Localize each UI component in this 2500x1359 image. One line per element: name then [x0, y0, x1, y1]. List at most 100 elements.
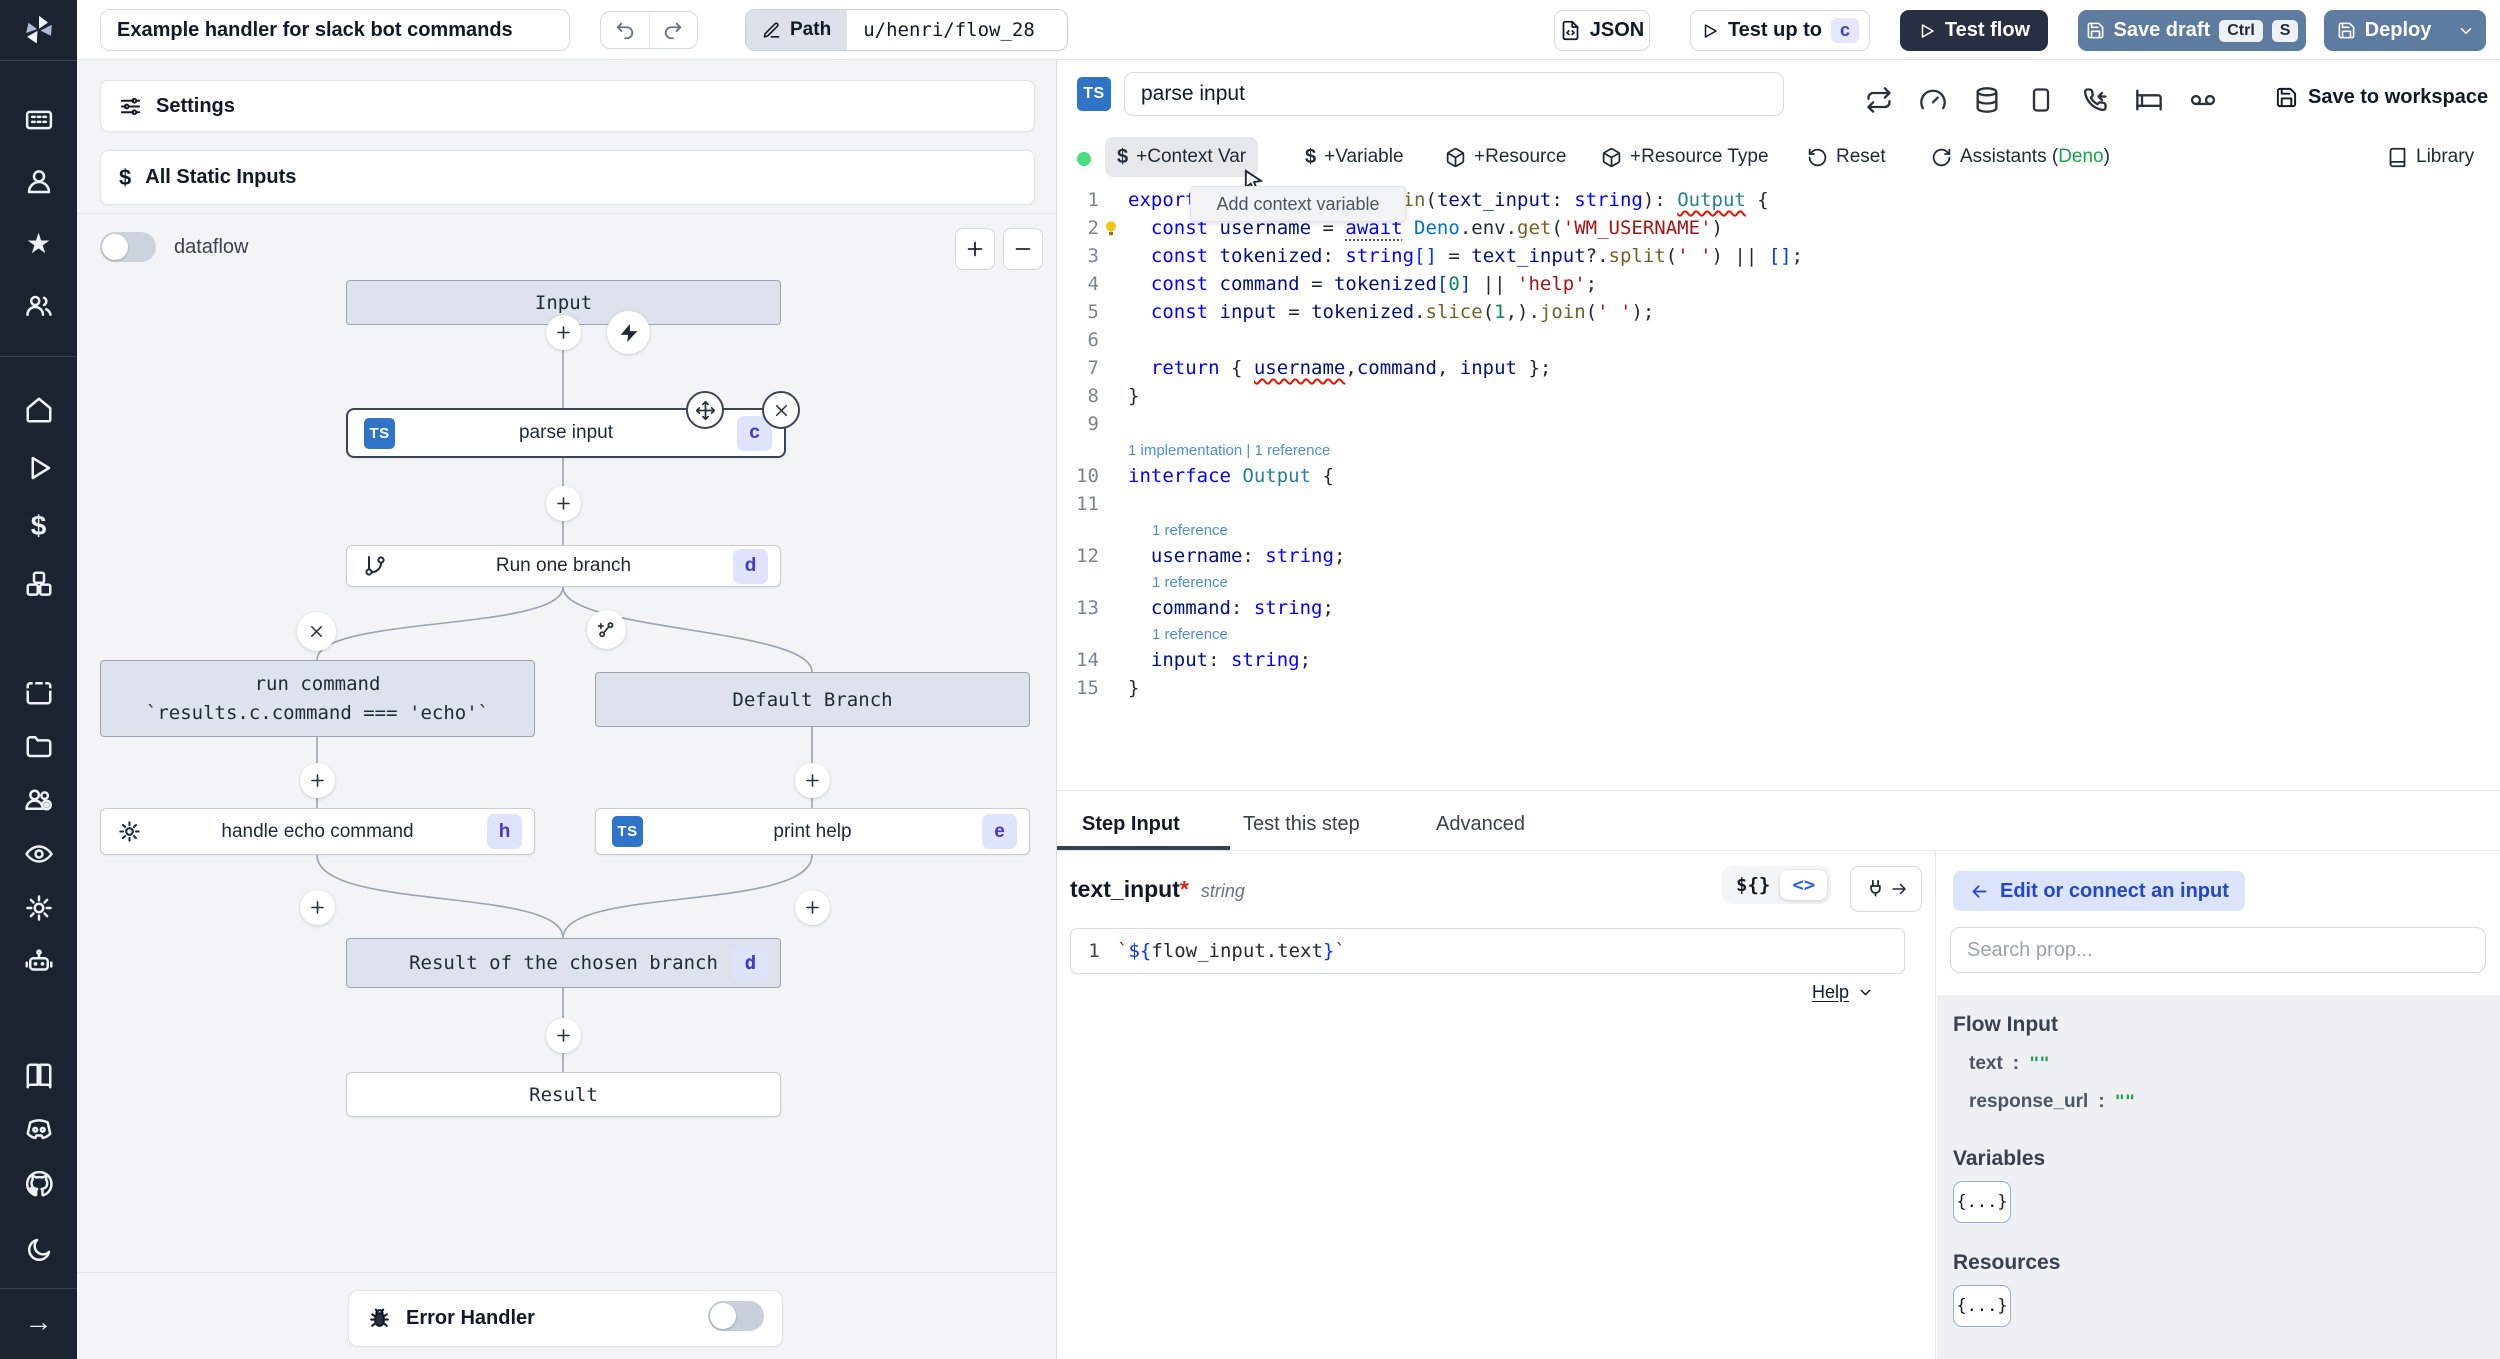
star-icon[interactable]: ★	[0, 224, 77, 264]
workers-icon[interactable]	[0, 942, 77, 982]
add-step-button[interactable]	[546, 1018, 581, 1053]
add-step-button[interactable]	[300, 890, 335, 925]
codelens[interactable]: 1 implementation | 1 reference	[1128, 438, 2500, 462]
resources-icon[interactable]	[0, 564, 77, 604]
code-line[interactable]: 15}	[1057, 674, 2500, 702]
expand-sidebar-icon[interactable]: →	[0, 1302, 77, 1342]
flow-title-input[interactable]: Example handler for slack bot commands	[100, 9, 570, 51]
add-step-button[interactable]	[300, 763, 335, 798]
folders-icon[interactable]	[0, 726, 77, 766]
save-to-workspace-button[interactable]: Save to workspace	[2275, 86, 2488, 109]
move-step-button[interactable]	[686, 391, 724, 429]
add-resource-type-button[interactable]: +Resource Type	[1589, 137, 1781, 177]
retries-icon[interactable]	[1865, 86, 1893, 114]
test-up-to-button[interactable]: Test up to c	[1690, 10, 1870, 51]
variables-object-button[interactable]: {...}	[1953, 1181, 2011, 1223]
lightbulb-icon[interactable]	[1101, 218, 1121, 238]
tab-step-input[interactable]: Step Input	[1082, 800, 1180, 848]
code-line[interactable]: 6	[1057, 326, 2500, 354]
help-link[interactable]: Help	[1812, 982, 1874, 1003]
early-stop-icon[interactable]	[2027, 86, 2055, 114]
schedules-icon[interactable]	[0, 672, 77, 712]
codelens[interactable]: 1 reference	[1152, 518, 2500, 542]
code-editor[interactable]: 1export async function main(text_input: …	[1057, 186, 2500, 702]
tab-advanced[interactable]: Advanced	[1436, 800, 1525, 848]
prop-row-text[interactable]: text: ""	[1969, 1053, 2500, 1075]
suspend-phone-icon[interactable]	[2081, 86, 2109, 114]
prop-row-response-url[interactable]: response_url: ""	[1969, 1091, 2500, 1113]
add-step-button[interactable]	[795, 890, 830, 925]
delete-branch-button[interactable]	[297, 612, 336, 651]
tab-test-this-step[interactable]: Test this step	[1243, 800, 1360, 848]
flow-node-run-one-branch[interactable]: Run one branch d	[346, 545, 781, 587]
expression-editor[interactable]: 1 `${flow_input.text}`	[1070, 928, 1905, 974]
mock-voicemail-icon[interactable]	[2189, 86, 2217, 114]
concurrency-gauge-icon[interactable]	[1919, 86, 1947, 114]
add-step-button[interactable]	[795, 763, 830, 798]
flow-node-run-command-branch[interactable]: run command `results.c.command === 'echo…	[100, 660, 535, 737]
code-line[interactable]: 8}	[1057, 382, 2500, 410]
settings-icon[interactable]	[0, 888, 77, 928]
add-resource-button[interactable]: +Resource	[1433, 137, 1578, 177]
codelens[interactable]: 1 reference	[1152, 622, 2500, 646]
code-line[interactable]: 14 input: string;	[1057, 646, 2500, 674]
kanban-icon[interactable]	[0, 100, 77, 140]
assistants-button[interactable]: Assistants (Deno)	[1919, 137, 2122, 177]
code-line[interactable]: 11	[1057, 490, 2500, 518]
flow-node-branch-result[interactable]: Result of the chosen branch d	[346, 938, 781, 988]
windmill-logo-icon[interactable]	[0, 0, 77, 60]
home-icon[interactable]	[0, 390, 77, 430]
error-handler-toggle[interactable]	[708, 1300, 764, 1331]
code-line[interactable]: 12 username: string;	[1057, 542, 2500, 570]
resources-object-button[interactable]: {...}	[1953, 1285, 2011, 1327]
deploy-button[interactable]: Deploy	[2324, 10, 2486, 51]
discord-icon[interactable]	[0, 1110, 77, 1150]
deploy-label-area[interactable]: Deploy	[2323, 19, 2446, 42]
runs-icon[interactable]	[0, 448, 77, 488]
redo-button[interactable]	[648, 12, 698, 48]
template-mode-button[interactable]: ${}	[1726, 870, 1780, 900]
code-line[interactable]: 9	[1057, 410, 2500, 438]
add-context-var-button[interactable]: $ +Context Var	[1105, 137, 1259, 177]
add-variable-button[interactable]: $ +Variable	[1293, 137, 1416, 177]
sleep-bed-icon[interactable]	[2135, 86, 2163, 114]
groups-icon[interactable]	[0, 780, 77, 820]
add-step-button[interactable]	[546, 315, 581, 350]
reset-button[interactable]: Reset	[1795, 137, 1898, 177]
user-icon[interactable]	[0, 162, 77, 202]
code-line[interactable]: 10 interface Output {	[1057, 462, 2500, 490]
search-prop-input[interactable]: Search prop...	[1950, 927, 2486, 973]
flow-node-default-branch[interactable]: Default Branch	[595, 672, 1030, 727]
code-line[interactable]: 7 return { username,command, input };	[1057, 354, 2500, 382]
trigger-button[interactable]	[607, 311, 650, 354]
audit-logs-icon[interactable]	[0, 834, 77, 874]
deploy-dropdown-button[interactable]	[2445, 22, 2487, 40]
code-mode-button[interactable]: <>	[1780, 870, 1828, 900]
add-step-button[interactable]	[546, 486, 581, 521]
users-icon[interactable]	[0, 286, 77, 326]
code-line[interactable]: 13 command: string;	[1057, 594, 2500, 622]
undo-button[interactable]	[601, 12, 649, 48]
flow-node-handle-echo-command[interactable]: handle echo command h	[100, 808, 535, 855]
code-line[interactable]: 5 const input = tokenized.slice(1,).join…	[1057, 298, 2500, 326]
save-draft-button[interactable]: Save draft Ctrl S	[2078, 10, 2306, 51]
path-field[interactable]: Path u/henri/flow_28	[745, 9, 1069, 51]
dark-mode-icon[interactable]	[0, 1230, 77, 1270]
add-branch-button[interactable]	[587, 610, 626, 649]
flow-node-print-help[interactable]: TS print help e	[595, 808, 1030, 855]
codelens[interactable]: 1 reference	[1152, 570, 2500, 594]
connect-input-button[interactable]	[1850, 866, 1922, 912]
cache-database-icon[interactable]	[1973, 86, 2001, 114]
delete-step-button[interactable]	[762, 391, 800, 429]
test-flow-button[interactable]: Test flow	[1900, 10, 2048, 51]
edit-or-connect-button[interactable]: Edit or connect an input	[1953, 871, 2245, 911]
code-line[interactable]: 3 const tokenized: string[] = text_input…	[1057, 242, 2500, 270]
variables-icon[interactable]: $	[0, 506, 77, 546]
library-button[interactable]: Library	[2375, 137, 2486, 177]
docs-icon[interactable]	[0, 1056, 77, 1096]
github-icon[interactable]	[0, 1164, 77, 1204]
code-line[interactable]: 4 const command = tokenized[0] || 'help'…	[1057, 270, 2500, 298]
json-button[interactable]: JSON	[1554, 10, 1650, 51]
flow-node-result[interactable]: Result	[346, 1072, 781, 1117]
step-name-input[interactable]: parse input	[1124, 72, 1784, 116]
